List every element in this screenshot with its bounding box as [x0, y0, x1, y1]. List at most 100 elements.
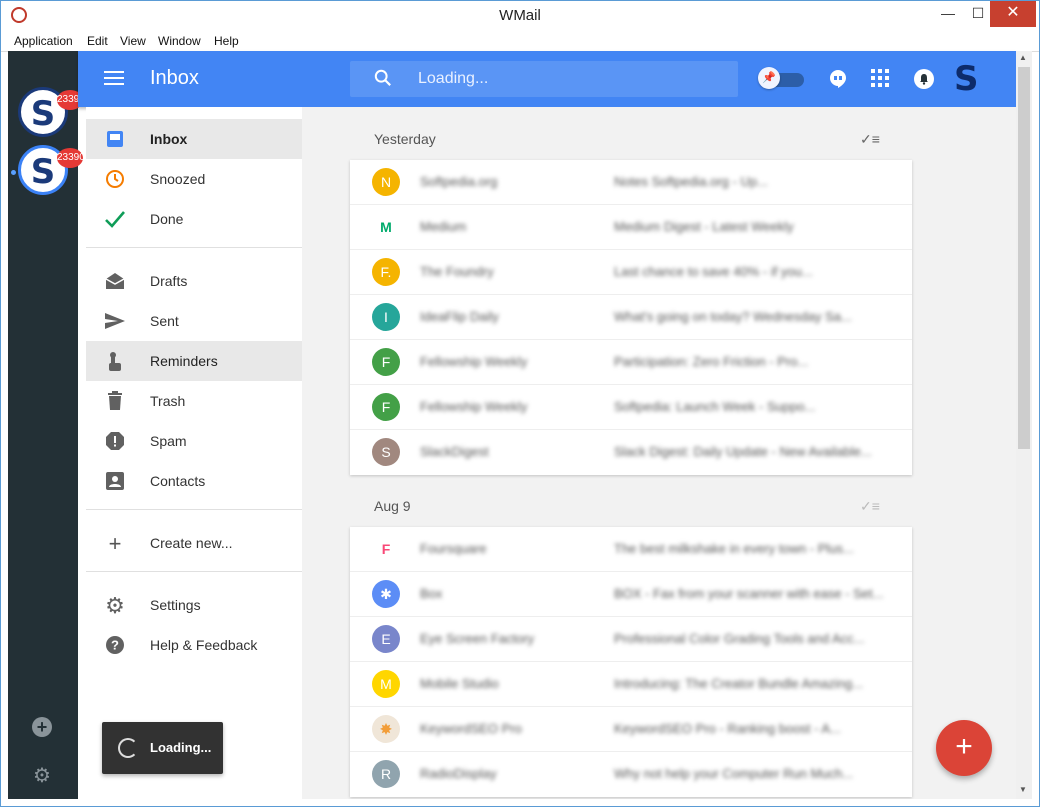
spam-icon — [104, 431, 126, 453]
message-row[interactable]: F Foursquare The best milkshake in every t… — [350, 527, 912, 572]
sender-avatar: R — [372, 760, 400, 788]
account-avatar-active[interactable]: S 23390 — [18, 145, 85, 195]
pin-toggle[interactable]: 📌 — [758, 67, 804, 89]
sender-name: Medium — [420, 219, 467, 234]
account-avatar[interactable]: S 23390 — [18, 87, 85, 137]
message-row[interactable]: F Fellowship Weekly Participation: Zero Fr… — [350, 340, 912, 385]
message-subject: BOX - Fax from your scanner with ease - … — [614, 586, 884, 601]
sender-avatar: F — [372, 348, 400, 376]
date-group-header: Yesterday — [374, 131, 436, 147]
message-subject: KeywordSEO Pro - Ranking boost - A... — [614, 721, 841, 736]
sender-name: Softpedia.org — [420, 174, 498, 189]
message-subject: The best milkshake in every town - Plus.… — [614, 541, 854, 556]
scroll-thumb[interactable] — [1018, 67, 1030, 449]
title-bar: WMail — ☐ ✕ — [1, 1, 1039, 31]
profile-avatar[interactable]: S — [954, 59, 990, 99]
scroll-up-icon[interactable]: ▲ — [1019, 53, 1027, 62]
create-new-button[interactable]: + Create new... — [86, 523, 302, 563]
trash-icon — [104, 391, 126, 413]
svg-text:?: ? — [111, 638, 119, 653]
nav-label: Snoozed — [150, 171, 206, 187]
drafts-icon — [104, 271, 126, 293]
nav-item-reminders[interactable]: Reminders — [86, 341, 302, 381]
gear-icon[interactable]: ⚙ — [31, 765, 53, 787]
sweep-done-icon[interactable]: ✓≡ — [860, 498, 886, 514]
menu-icon[interactable] — [104, 71, 124, 85]
sender-avatar: N — [372, 168, 400, 196]
message-row[interactable]: ✱ Box BOX - Fax from your scanner with eas… — [350, 572, 912, 617]
nav-item-contacts[interactable]: Contacts — [86, 461, 302, 501]
date-group-header: Aug 9 — [374, 498, 411, 514]
sender-name: Eye Screen Factory — [420, 631, 535, 646]
nav-label: Contacts — [150, 473, 206, 489]
message-row[interactable]: E Eye Screen Factory Professional Color Gr… — [350, 617, 912, 662]
nav-item-drafts[interactable]: Drafts — [86, 261, 302, 301]
scroll-down-icon[interactable]: ▼ — [1019, 785, 1027, 794]
menu-window[interactable]: Window — [158, 34, 201, 48]
message-list: Yesterday ✓≡ N Softpedia.org Notes Softped… — [302, 107, 1016, 799]
search-input[interactable] — [418, 67, 718, 91]
menu-view[interactable]: View — [120, 34, 146, 48]
message-row[interactable]: M Mobile Studio Introducing: The Creator B… — [350, 662, 912, 707]
notifications-icon[interactable] — [914, 69, 934, 89]
sender-avatar: F — [372, 393, 400, 421]
app-bar: Inbox 📌 S — [78, 51, 1016, 107]
message-subject: Medium Digest - Latest Weekly — [614, 219, 794, 234]
divider — [86, 509, 302, 510]
sender-avatar: E — [372, 625, 400, 653]
scrollbar[interactable]: ▲ ▼ — [1016, 51, 1032, 799]
nav-item-done[interactable]: Done — [86, 199, 302, 239]
maximize-button[interactable]: ☐ — [963, 1, 993, 27]
sender-avatar: S — [372, 438, 400, 466]
search-icon — [374, 69, 391, 86]
sender-name: SlackDigest — [420, 444, 489, 459]
message-row[interactable]: R RadioDisplay Why not help your Computer … — [350, 752, 912, 797]
spinner-icon — [118, 738, 138, 758]
nav-label: Create new... — [150, 535, 233, 551]
menu-edit[interactable]: Edit — [87, 34, 108, 48]
message-row[interactable]: N Softpedia.org Notes Softpedia.org - Up..… — [350, 160, 912, 205]
menu-bar: Application Edit View Window Help — [1, 31, 1039, 52]
add-account-icon[interactable]: + — [32, 717, 52, 737]
message-row[interactable]: M Medium Medium Digest - Latest Weekly — [350, 205, 912, 250]
message-row[interactable]: S SlackDigest Slack Digest: Daily Update -… — [350, 430, 912, 475]
nav-label: Done — [150, 211, 184, 227]
sender-avatar: F. — [372, 258, 400, 286]
nav-item-trash[interactable]: Trash — [86, 381, 302, 421]
menu-help[interactable]: Help — [214, 34, 239, 48]
nav-item-spam[interactable]: Spam — [86, 421, 302, 461]
sender-avatar: I — [372, 303, 400, 331]
active-account-indicator — [11, 170, 16, 175]
minimize-button[interactable]: — — [933, 1, 963, 27]
account-switcher: S 23390 S 23390 + ⚙ — [8, 51, 85, 799]
plus-icon: + — [108, 531, 122, 556]
nav-item-snoozed[interactable]: Snoozed — [86, 159, 302, 199]
sender-name: RadioDisplay — [420, 766, 497, 781]
hangouts-icon[interactable] — [828, 69, 848, 89]
menu-application[interactable]: Application — [14, 34, 73, 48]
search-bar[interactable] — [350, 61, 738, 97]
nav-item-sent[interactable]: Sent — [86, 301, 302, 341]
nav-label: Drafts — [150, 273, 188, 289]
help-icon: ? — [104, 635, 126, 657]
message-subject: Why not help your Computer Run Much... — [614, 766, 854, 781]
compose-button[interactable]: + — [936, 720, 992, 776]
pin-icon: 📌 — [758, 67, 780, 89]
message-row[interactable]: F. The Foundry Last chance to save 40% - i… — [350, 250, 912, 295]
nav-sidebar: Inbox Snoozed Done Drafts Sent Reminders… — [86, 107, 302, 799]
message-row[interactable]: ✸ KeywordSEO Pro KeywordSEO Pro - Ranking … — [350, 707, 912, 752]
message-row[interactable]: F Fellowship Weekly Softpedia: Launch Week… — [350, 385, 912, 430]
nav-item-inbox[interactable]: Inbox — [86, 119, 302, 159]
apps-grid-icon[interactable] — [870, 69, 890, 89]
sender-name: Mobile Studio — [420, 676, 499, 691]
sender-avatar: M — [372, 213, 400, 241]
nav-item-settings[interactable]: ⚙ Settings — [86, 585, 302, 625]
unread-badge: 23390 — [57, 148, 85, 168]
loading-toast: Loading... — [102, 722, 223, 774]
sender-name: Fellowship Weekly — [420, 399, 528, 414]
message-row[interactable]: I IdeaFlip Daily What's going on today? We… — [350, 295, 912, 340]
close-button[interactable]: ✕ — [990, 1, 1036, 27]
nav-item-help[interactable]: ? Help & Feedback — [86, 625, 302, 665]
message-subject: Slack Digest: Daily Update - New Availab… — [614, 444, 872, 459]
sweep-done-icon[interactable]: ✓≡ — [860, 131, 886, 147]
